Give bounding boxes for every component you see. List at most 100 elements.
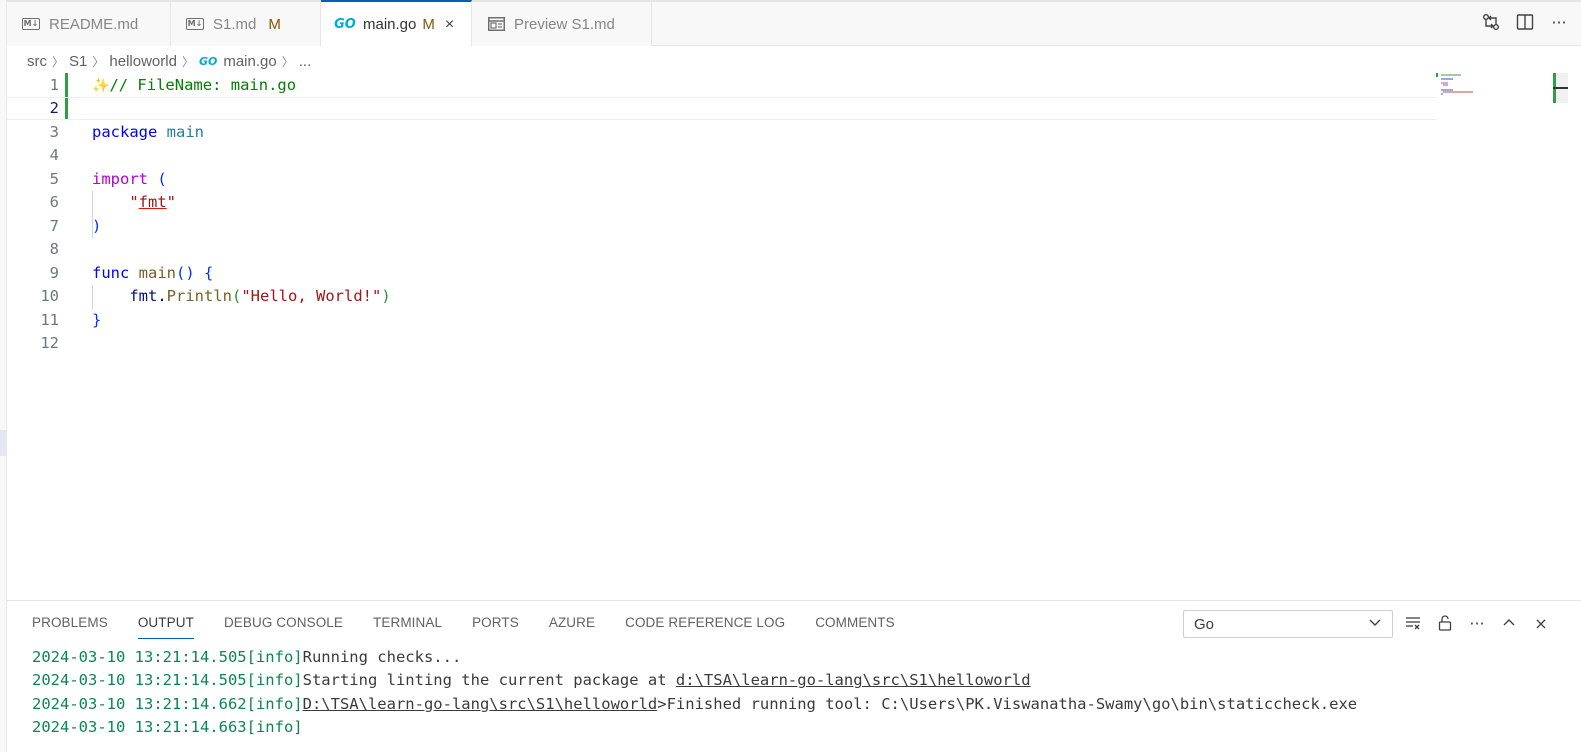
markdown-icon: M↓ [186, 18, 204, 30]
breadcrumb: src 〉 S1 〉 helloworld 〉 GO main.go 〉 ... [27, 50, 311, 72]
tab-terminal[interactable]: TERMINAL [373, 615, 442, 639]
tab-s1-md[interactable]: M↓ S1.md M [171, 2, 321, 46]
breadcrumb-item-symbols[interactable]: ... [299, 53, 312, 70]
tab-azure[interactable]: AZURE [549, 615, 595, 639]
code-line-current: 2 [7, 96, 1437, 120]
line-number: 12 [40, 334, 59, 353]
panel-actions: ··· × [1403, 613, 1551, 633]
tab-preview-s1[interactable]: Preview S1.md [472, 2, 652, 46]
output-channel-select[interactable]: Go [1183, 610, 1393, 638]
log-level: [info] [246, 647, 303, 666]
log-message: >Finished running tool: C:\Users\PK.Visw… [657, 694, 1358, 713]
keyword: func [92, 263, 130, 282]
log-level: [info] [246, 694, 303, 713]
activity-bar-marker [0, 430, 7, 456]
tab-label: main.go [363, 16, 417, 33]
log-timestamp: 2024-03-10 13:21:14.505 [32, 647, 247, 666]
tab-comments[interactable]: COMMENTS [815, 615, 895, 639]
function-call: Println [166, 287, 232, 306]
keyword: import [92, 169, 148, 188]
code-line: 6 "fmt" [7, 191, 1437, 215]
split-editor-icon[interactable] [1515, 12, 1535, 32]
tab-label: Preview S1.md [514, 15, 615, 33]
tab-debug-console[interactable]: DEBUG CONSOLE [224, 615, 343, 639]
open-changes-icon[interactable] [1481, 12, 1501, 32]
sparkle-icon: ✨ [92, 77, 110, 94]
tab-label: README.md [49, 15, 139, 33]
string-literal: "Hello, World!" [241, 287, 382, 306]
editor-tab-bar: M↓ README.md M↓ S1.md M GO main.go M × P… [7, 0, 1581, 47]
chevron-right-icon: 〉 [281, 54, 294, 69]
package-name: main [166, 122, 204, 141]
code-line: 1 ✨// FileName: main.go [7, 73, 1437, 97]
editor-actions: ··· [1481, 12, 1569, 32]
activity-bar-edge [0, 0, 7, 752]
tab-problems[interactable]: PROBLEMS [32, 615, 108, 639]
line-number: 5 [49, 169, 59, 188]
output-log[interactable]: 2024-03-10 13:21:14.505 [info] Running c… [32, 645, 1357, 739]
identifier: fmt [129, 287, 158, 306]
line-number: 6 [49, 193, 59, 212]
breadcrumb-item-src[interactable]: src [27, 53, 47, 70]
line-number: 11 [40, 310, 59, 329]
log-timestamp: 2024-03-10 13:21:14.663 [32, 718, 247, 737]
code-line: 8 [7, 238, 1437, 262]
code-line: 10 fmt.Println("Hello, World!") [7, 285, 1437, 309]
close-icon[interactable]: × [445, 16, 454, 34]
keyword: package [92, 122, 158, 141]
line-number: 4 [49, 146, 59, 165]
bracket: ) [92, 216, 102, 235]
output-channel-value: Go [1194, 615, 1215, 633]
code-line: 12 [7, 332, 1437, 356]
breadcrumb-item-s1[interactable]: S1 [69, 53, 87, 70]
tab-ports[interactable]: PORTS [472, 615, 519, 639]
tab-readme[interactable]: M↓ README.md [7, 2, 171, 46]
code-line: 7 ) [7, 214, 1437, 238]
more-actions-icon[interactable]: ··· [1549, 12, 1569, 32]
breadcrumb-item-main-go[interactable]: main.go [223, 53, 276, 70]
code-line: 4 [7, 144, 1437, 168]
tab-output[interactable]: OUTPUT [137, 615, 194, 639]
line-number: 7 [49, 216, 59, 235]
log-message: Running checks... [302, 647, 462, 666]
line-number: 8 [49, 240, 59, 259]
line-number: 9 [49, 263, 59, 282]
log-line: 2024-03-10 13:21:14.663 [info] [32, 716, 1357, 740]
vscode-window: M↓ README.md M↓ S1.md M GO main.go M × P… [0, 0, 1581, 752]
line-number: 10 [40, 287, 59, 306]
breadcrumb-item-helloworld[interactable]: helloworld [109, 53, 177, 70]
line-number: 3 [49, 122, 59, 141]
code-line: 5 import ( [7, 167, 1437, 191]
more-actions-icon[interactable]: ··· [1467, 613, 1487, 633]
tab-code-reference-log[interactable]: CODE REFERENCE LOG [625, 615, 785, 639]
code-line: 9 func main() { [7, 261, 1437, 285]
code-line: 11 } [7, 308, 1437, 332]
chevron-down-icon [1368, 615, 1382, 632]
bottom-panel: PROBLEMS OUTPUT DEBUG CONSOLE TERMINAL P… [7, 600, 1581, 752]
lock-icon[interactable] [1435, 613, 1455, 633]
code-comment: // FileName: main.go [109, 75, 297, 94]
chevron-right-icon: 〉 [92, 54, 105, 69]
panel-tab-bar: PROBLEMS OUTPUT DEBUG CONSOLE TERMINAL P… [32, 615, 895, 639]
log-line: 2024-03-10 13:21:14.505 [info] Starting … [32, 669, 1357, 693]
function-name: main [138, 263, 176, 282]
modified-indicator: M [422, 16, 435, 33]
clear-output-icon[interactable] [1403, 613, 1423, 633]
close-panel-icon[interactable]: × [1531, 613, 1551, 633]
log-path-link[interactable]: D:\TSA\learn-go-lang\src\S1\helloworld [303, 695, 658, 713]
chevron-right-icon: 〉 [181, 54, 194, 69]
chevron-right-icon: 〉 [52, 54, 65, 69]
code-editor[interactable]: 1 ✨// FileName: main.go 2 3 package main… [7, 73, 1581, 600]
line-number: 1 [49, 75, 59, 94]
line-number: 2 [49, 99, 59, 118]
minimap[interactable] [1436, 73, 1496, 113]
modified-indicator: M [268, 15, 281, 33]
log-path-link[interactable]: d:\TSA\learn-go-lang\src\S1\helloworld [676, 671, 1031, 689]
bracket: ( [157, 169, 167, 188]
tab-main-go[interactable]: GO main.go M × [321, 0, 472, 47]
overview-ruler[interactable] [1553, 73, 1568, 103]
preview-icon [486, 17, 506, 31]
maximize-panel-icon[interactable] [1499, 613, 1519, 633]
go-icon: GO [198, 54, 218, 68]
log-timestamp: 2024-03-10 13:21:14.662 [32, 694, 247, 713]
